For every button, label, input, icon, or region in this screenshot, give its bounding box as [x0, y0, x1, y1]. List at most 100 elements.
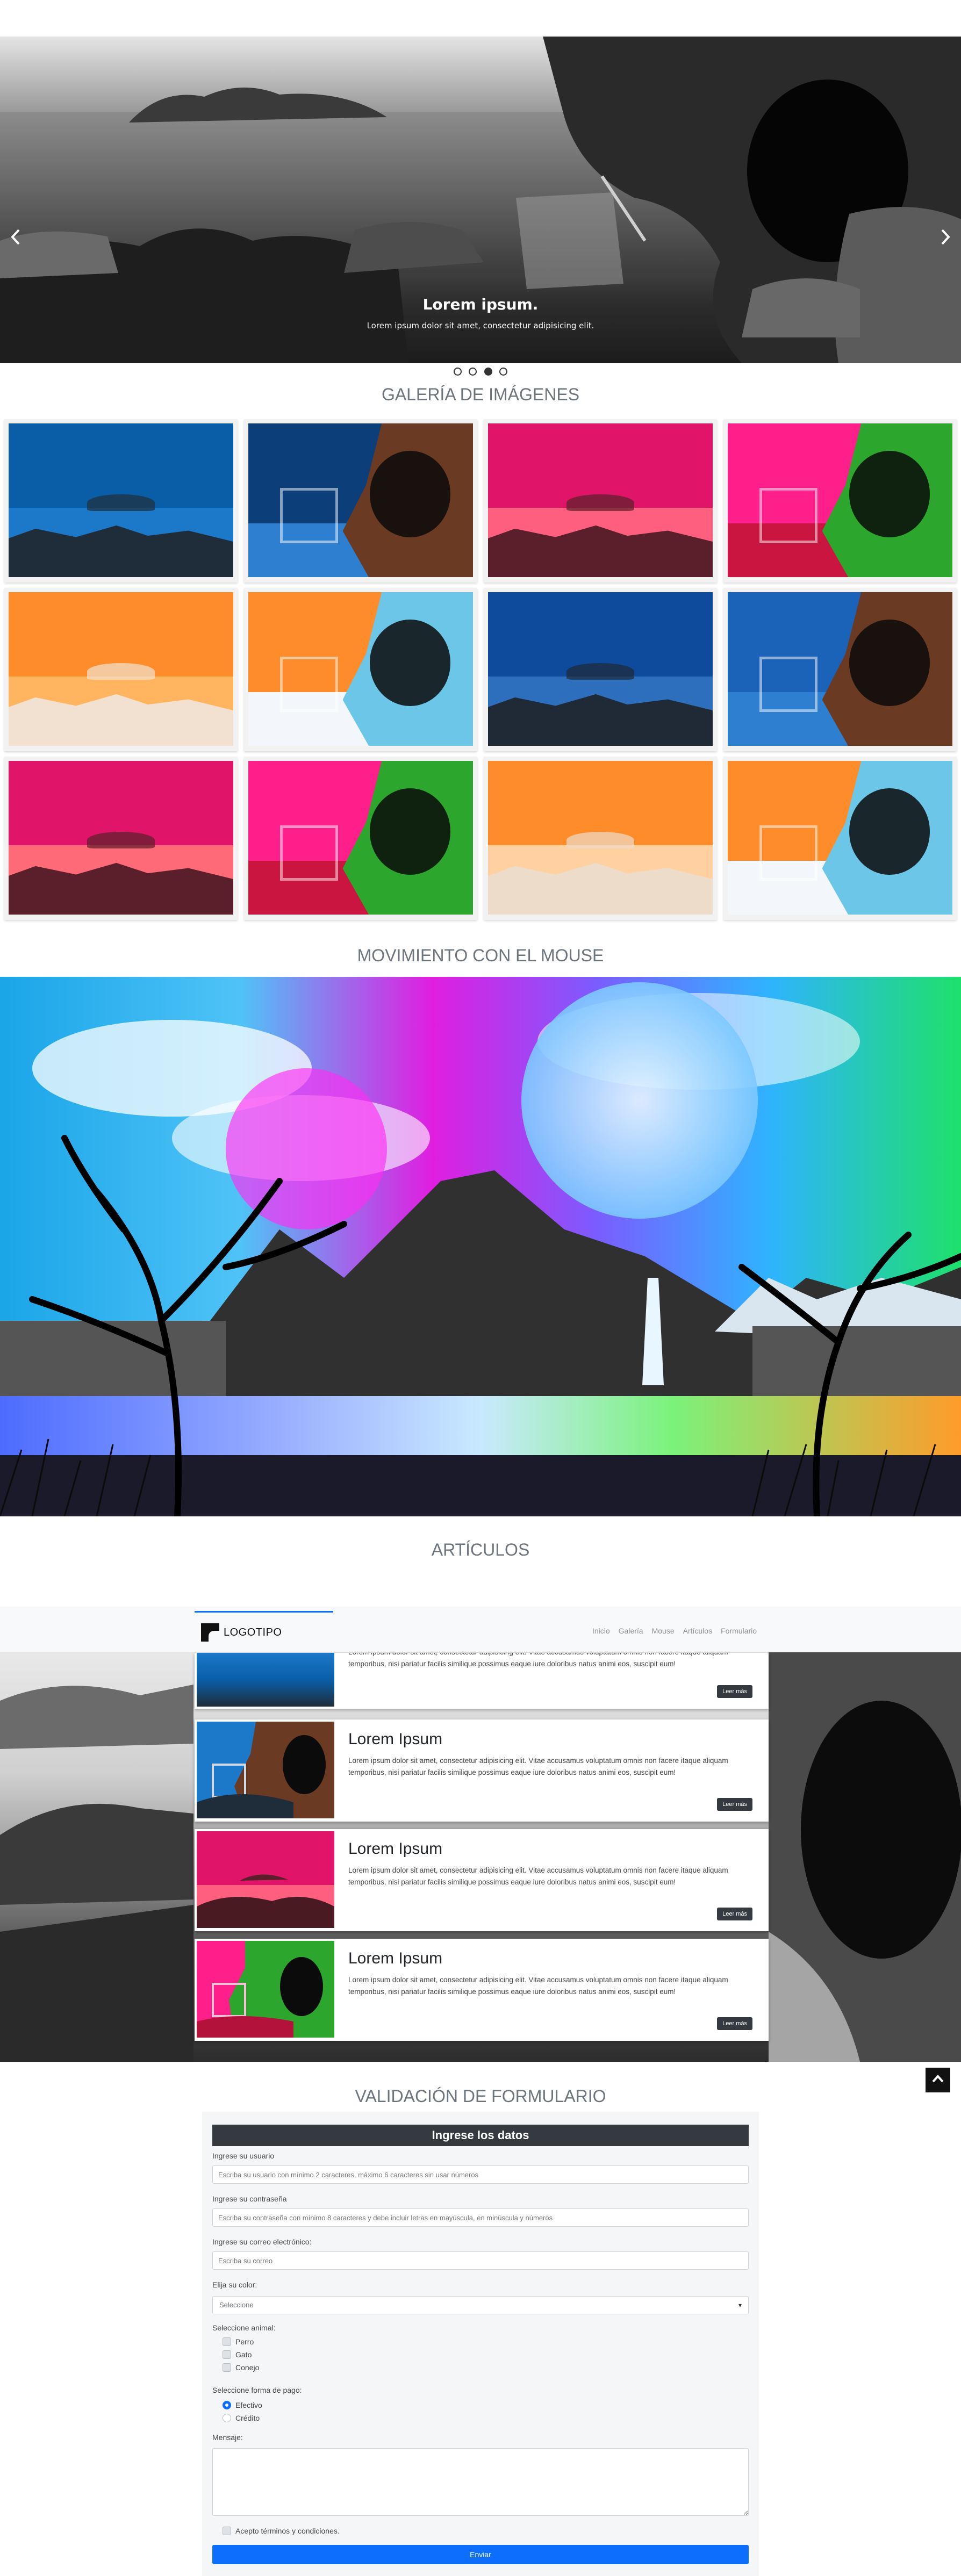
article-text: Lorem ipsum dolor sit amet, consectetur …: [348, 1866, 728, 1886]
carousel-indicator-3[interactable]: [484, 368, 492, 376]
article-title: Lorem Ipsum: [348, 1730, 443, 1748]
gallery-thumbnail-image: [488, 761, 713, 915]
animal-checkbox-perro[interactable]: Perro: [223, 2337, 254, 2346]
carousel-caption: Lorem ipsum. Lorem ipsum dolor sit amet,…: [0, 296, 961, 330]
article-card: Lorem Ipsum Lorem ipsum dolor sit amet, …: [195, 1939, 769, 2041]
gallery-thumbnail-image: [728, 761, 952, 915]
checkbox-icon: [223, 2337, 231, 2346]
logo-text: LOGOTIPO: [224, 1626, 282, 1638]
navbar: [0, 1607, 961, 1652]
nav-link-articulos[interactable]: Artículos: [683, 1627, 712, 1635]
parallax-landscape-image: [0, 977, 961, 1516]
read-more-button[interactable]: Leer más: [717, 2017, 752, 2030]
color-select-value: Seleccione: [219, 2301, 254, 2309]
color-select[interactable]: Seleccione ▾: [212, 2296, 749, 2314]
carousel-indicators: [0, 368, 961, 377]
carousel-indicator-4[interactable]: [499, 368, 507, 376]
animal-option-label: Perro: [235, 2337, 254, 2346]
article-image: [197, 1941, 334, 2038]
gallery-thumbnail-image: [488, 423, 713, 577]
article-image: [197, 1831, 334, 1928]
password-input[interactable]: [212, 2208, 749, 2227]
nav-link-mouse[interactable]: Mouse: [652, 1627, 675, 1635]
gallery-item[interactable]: [244, 757, 477, 920]
email-input[interactable]: [212, 2251, 749, 2270]
gallery-item[interactable]: [4, 757, 238, 920]
mouse-parallax-scene[interactable]: [0, 977, 961, 1516]
read-more-button[interactable]: Leer más: [717, 1685, 752, 1698]
gallery-item[interactable]: [484, 419, 717, 582]
article-card: Lorem Ipsum Lorem ipsum dolor sit amet, …: [195, 1719, 769, 1822]
user-input[interactable]: [212, 2165, 749, 2184]
chevron-right-icon: [941, 229, 950, 245]
article-title: Lorem Ipsum: [348, 1949, 443, 1967]
nav-link-formulario[interactable]: Formulario: [721, 1627, 757, 1635]
message-label: Mensaje:: [212, 2433, 243, 2442]
carousel-next-button[interactable]: [937, 229, 953, 245]
gallery-item[interactable]: [723, 757, 957, 920]
gallery-item[interactable]: [723, 419, 957, 582]
navbar-accent-line: [195, 1611, 333, 1613]
submit-button[interactable]: Enviar: [212, 2545, 749, 2564]
payment-label: Seleccione forma de pago:: [212, 2386, 302, 2394]
chevron-left-icon: [11, 229, 20, 245]
animal-option-label: Conejo: [235, 2363, 260, 2372]
carousel-indicator-1[interactable]: [454, 368, 462, 376]
gallery-thumbnail-image: [248, 423, 473, 577]
email-label: Ingrese su correo electrónico:: [212, 2237, 312, 2246]
read-more-button[interactable]: Leer más: [717, 1798, 752, 1811]
carousel-caption-text: Lorem ipsum dolor sit amet, consectetur …: [367, 321, 594, 330]
terms-checkbox[interactable]: Acepto términos y condiciones.: [223, 2527, 340, 2535]
gallery-thumbnail-image: [9, 423, 233, 577]
nav-link-inicio[interactable]: Inicio: [592, 1627, 610, 1635]
article-title: Lorem Ipsum: [348, 1840, 443, 1858]
articles-title: ARTÍCULOS: [431, 1540, 530, 1559]
gallery-item[interactable]: [4, 588, 238, 751]
animal-option-label: Gato: [235, 2350, 252, 2359]
password-label: Ingrese su contraseña: [212, 2194, 287, 2203]
gallery-item[interactable]: [484, 757, 717, 920]
article-card: Lorem Ipsum Lorem ipsum dolor sit amet, …: [195, 1829, 769, 1931]
logo[interactable]: LOGOTIPO: [201, 1622, 282, 1643]
nav-link-galeria[interactable]: Galería: [619, 1627, 643, 1635]
chevron-down-icon: ▾: [738, 2301, 742, 2309]
user-label: Ingrese su usuario: [212, 2152, 275, 2160]
form-header: Ingrese los datos: [212, 2125, 749, 2146]
message-textarea[interactable]: [212, 2448, 749, 2516]
mouse-section-title: MOVIMIENTO CON EL MOUSE: [357, 946, 604, 965]
nav-links: Inicio Galería Mouse Artículos Formulari…: [592, 1627, 757, 1635]
article-text: Lorem ipsum dolor sit amet, consectetur …: [348, 1653, 728, 1668]
gallery-thumbnail-image: [9, 761, 233, 915]
checkbox-icon: [223, 2363, 231, 2372]
gallery-item[interactable]: [723, 588, 957, 751]
gallery-thumbnail-image: [248, 761, 473, 915]
carousel-indicator-2[interactable]: [469, 368, 477, 376]
terms-label: Acepto términos y condiciones.: [235, 2527, 340, 2535]
gallery-thumbnail-image: [9, 592, 233, 746]
read-more-button[interactable]: Leer más: [717, 1908, 752, 1920]
gallery-item[interactable]: [244, 588, 477, 751]
animal-checkbox-conejo[interactable]: Conejo: [223, 2363, 259, 2372]
payment-option-label: Efectivo: [235, 2401, 262, 2409]
checkbox-icon: [223, 2527, 231, 2535]
radio-icon: [223, 2401, 231, 2409]
payment-radio-credito[interactable]: Crédito: [223, 2414, 260, 2422]
article-text: Lorem ipsum dolor sit amet, consectetur …: [348, 1757, 728, 1776]
gallery-item[interactable]: [4, 419, 238, 582]
animal-checkbox-gato[interactable]: Gato: [223, 2350, 252, 2359]
gallery-title: GALERÍA DE IMÁGENES: [381, 385, 580, 404]
payment-radio-efectivo[interactable]: Efectivo: [223, 2401, 262, 2409]
gallery-item[interactable]: [244, 419, 477, 582]
gallery-thumbnail-image: [728, 423, 952, 577]
article-text: Lorem ipsum dolor sit amet, consectetur …: [348, 1976, 728, 1996]
gallery-item[interactable]: [484, 588, 717, 751]
carousel-caption-title: Lorem ipsum.: [422, 296, 539, 313]
payment-option-label: Crédito: [235, 2414, 260, 2422]
article-image: [197, 1653, 334, 1707]
logo-mark-icon: [201, 1623, 219, 1642]
checkbox-icon: [223, 2350, 231, 2359]
article-card-partial: Lorem ipsum dolor sit amet, consectetur …: [195, 1653, 769, 1709]
radio-icon: [223, 2414, 231, 2422]
gallery-thumbnail-image: [728, 592, 952, 746]
carousel-prev-button[interactable]: [8, 229, 24, 245]
